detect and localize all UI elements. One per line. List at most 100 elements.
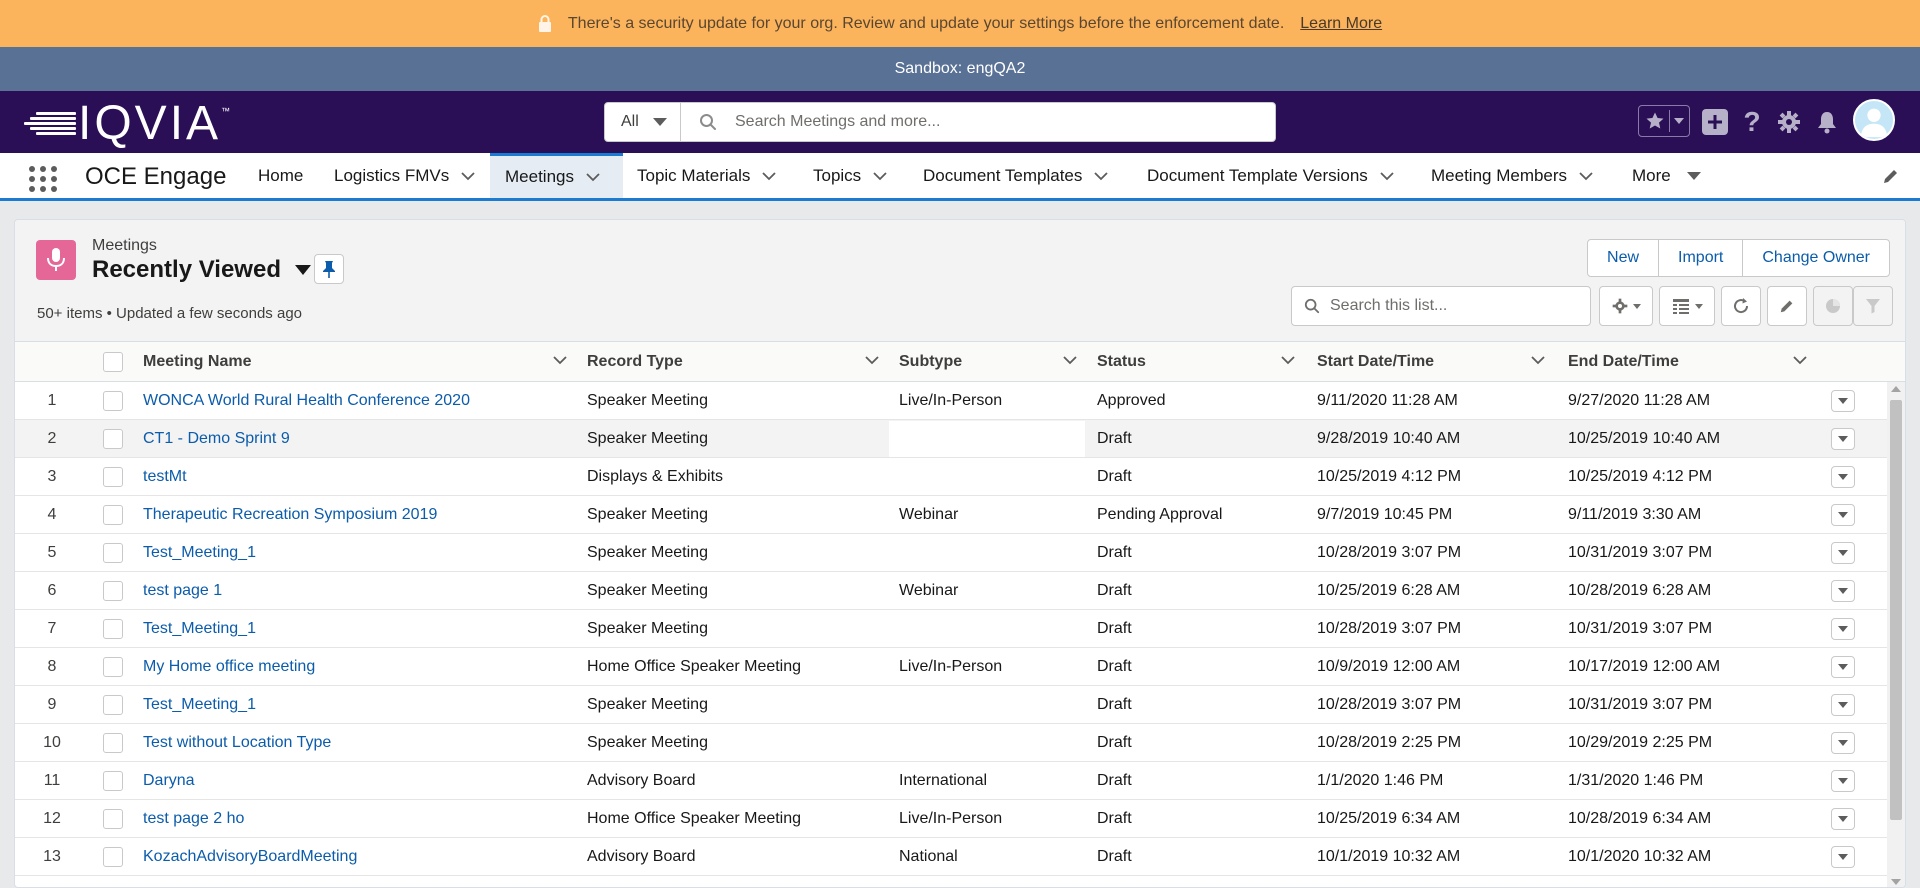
chevron-down-icon[interactable]: [1063, 355, 1077, 365]
row-actions-menu-button[interactable]: [1831, 428, 1855, 450]
pin-list-view-button[interactable]: [314, 254, 344, 284]
help-icon[interactable]: ?: [1738, 107, 1766, 137]
table-row[interactable]: 4 Therapeutic Recreation Symposium 2019 Sp…: [15, 496, 1887, 534]
tab-document-templates[interactable]: Document Templates: [923, 153, 1109, 198]
search-scope-select[interactable]: All: [605, 103, 681, 141]
chevron-down-icon[interactable]: [1531, 355, 1545, 365]
row-checkbox[interactable]: [103, 429, 123, 449]
row-checkbox[interactable]: [103, 847, 123, 867]
table-row[interactable]: 8 My Home office meeting Home Office Speak…: [15, 648, 1887, 686]
favorites-icon[interactable]: [1638, 105, 1690, 137]
list-view-selector[interactable]: Recently Viewed: [92, 256, 311, 284]
meeting-name-link[interactable]: test page 1: [143, 572, 222, 610]
table-row[interactable]: 13 KozachAdvisoryBoardMeeting Advisory Boa…: [15, 838, 1887, 876]
meeting-name-link[interactable]: Test without Location Type: [143, 724, 331, 762]
scroll-up-icon[interactable]: [1891, 386, 1901, 392]
meeting-name-link[interactable]: test page 2 ho: [143, 800, 244, 838]
row-actions-menu-button[interactable]: [1831, 542, 1855, 564]
app-launcher-icon[interactable]: [29, 166, 59, 192]
row-checkbox[interactable]: [103, 733, 123, 753]
meeting-name-link[interactable]: Test_Meeting_1: [143, 534, 256, 572]
row-checkbox[interactable]: [103, 657, 123, 677]
row-actions-menu-button[interactable]: [1831, 846, 1855, 868]
row-checkbox[interactable]: [103, 809, 123, 829]
row-checkbox[interactable]: [103, 581, 123, 601]
list-view-controls-button[interactable]: [1599, 286, 1653, 326]
row-actions-menu-button[interactable]: [1831, 390, 1855, 412]
meeting-name-link[interactable]: My Home office meeting: [143, 648, 315, 686]
row-checkbox[interactable]: [103, 467, 123, 487]
meeting-name-link[interactable]: Daryna: [143, 762, 195, 800]
change-owner-button[interactable]: Change Owner: [1743, 240, 1889, 276]
tab-meetings[interactable]: Meetings: [490, 153, 623, 198]
table-row[interactable]: 1 WONCA World Rural Health Conference 202…: [15, 382, 1887, 420]
add-icon[interactable]: [1702, 109, 1728, 135]
tab-topics[interactable]: Topics: [813, 153, 887, 198]
chevron-down-icon[interactable]: [1579, 171, 1593, 181]
table-row[interactable]: 3 testMt Displays & Exhibits Draft 10/25/201…: [15, 458, 1887, 496]
filter-button[interactable]: [1853, 286, 1893, 326]
chevron-down-icon[interactable]: [873, 171, 887, 181]
row-actions-menu-button[interactable]: [1831, 466, 1855, 488]
row-actions-menu-button[interactable]: [1831, 770, 1855, 792]
global-search-input[interactable]: [735, 113, 1255, 131]
list-search-input[interactable]: [1330, 297, 1570, 315]
meeting-name-link[interactable]: Test_Meeting_1: [143, 686, 256, 724]
meeting-name-link[interactable]: testMt: [143, 458, 187, 496]
table-row[interactable]: 5 Test_Meeting_1 Speaker Meeting Draft 10/28…: [15, 534, 1887, 572]
chevron-down-icon[interactable]: [1793, 355, 1807, 365]
row-actions-menu-button[interactable]: [1831, 732, 1855, 754]
notifications-bell-icon[interactable]: [1813, 108, 1841, 136]
column-header-status[interactable]: Status: [1097, 342, 1146, 382]
edit-nav-pencil-icon[interactable]: [1882, 167, 1900, 190]
avatar[interactable]: [1853, 99, 1895, 141]
row-actions-menu-button[interactable]: [1831, 656, 1855, 678]
meeting-name-link[interactable]: CT1 - Demo Sprint 9: [143, 420, 290, 458]
setup-gear-icon[interactable]: [1775, 108, 1803, 136]
chevron-down-icon[interactable]: [1281, 355, 1295, 365]
row-checkbox[interactable]: [103, 619, 123, 639]
chevron-down-icon[interactable]: [461, 171, 475, 181]
table-row[interactable]: 12 test page 2 ho Home Office Speaker Meet…: [15, 800, 1887, 838]
row-checkbox[interactable]: [103, 695, 123, 715]
chevron-down-icon[interactable]: [1380, 171, 1394, 181]
table-row[interactable]: 6 test page 1 Speaker Meeting Webinar Draft 1…: [15, 572, 1887, 610]
column-header-meeting-name[interactable]: Meeting Name: [143, 342, 251, 382]
table-row[interactable]: 2 CT1 - Demo Sprint 9 Speaker Meeting Draft…: [15, 420, 1887, 458]
table-row[interactable]: 9 Test_Meeting_1 Speaker Meeting Draft 10/28…: [15, 686, 1887, 724]
column-header-subtype[interactable]: Subtype: [899, 342, 962, 382]
select-all-checkbox[interactable]: [103, 352, 123, 372]
column-header-record-type[interactable]: Record Type: [587, 342, 683, 382]
meeting-name-link[interactable]: Test_Meeting_1: [143, 610, 256, 648]
column-header-end-date[interactable]: End Date/Time: [1568, 342, 1679, 382]
chevron-down-icon[interactable]: [1094, 171, 1109, 181]
meeting-name-link[interactable]: WONCA World Rural Health Conference 2020: [143, 382, 470, 420]
display-as-table-button[interactable]: [1659, 286, 1715, 326]
table-row[interactable]: 11 Daryna Advisory Board International Draft…: [15, 762, 1887, 800]
chevron-down-icon[interactable]: [553, 355, 567, 365]
inline-edit-button[interactable]: [1767, 286, 1807, 326]
tab-topic-materials[interactable]: Topic Materials: [637, 153, 777, 198]
learn-more-link[interactable]: Learn More: [1300, 15, 1382, 33]
tab-meeting-members[interactable]: Meeting Members: [1431, 153, 1593, 198]
chevron-down-icon[interactable]: [865, 355, 879, 365]
chevron-down-icon[interactable]: [586, 172, 600, 182]
row-checkbox[interactable]: [103, 505, 123, 525]
tab-more[interactable]: More: [1632, 153, 1701, 198]
iqvia-logo[interactable]: IQVIA ™: [22, 100, 230, 148]
row-checkbox[interactable]: [103, 771, 123, 791]
chevron-down-icon[interactable]: [762, 171, 777, 181]
new-button[interactable]: New: [1588, 240, 1660, 276]
tab-home[interactable]: Home: [258, 153, 303, 198]
refresh-button[interactable]: [1721, 286, 1761, 326]
meeting-name-link[interactable]: KozachAdvisoryBoardMeeting: [143, 838, 357, 876]
scroll-down-icon[interactable]: [1891, 879, 1901, 885]
row-actions-menu-button[interactable]: [1831, 618, 1855, 640]
tab-logistics-fmvs[interactable]: Logistics FMVs: [334, 153, 475, 198]
scrollbar-thumb[interactable]: [1890, 400, 1902, 820]
import-button[interactable]: Import: [1659, 240, 1744, 276]
table-row[interactable]: 10 Test without Location Type Speaker Meet…: [15, 724, 1887, 762]
tab-document-template-versions[interactable]: Document Template Versions: [1147, 153, 1394, 198]
row-actions-menu-button[interactable]: [1831, 580, 1855, 602]
row-actions-menu-button[interactable]: [1831, 504, 1855, 526]
